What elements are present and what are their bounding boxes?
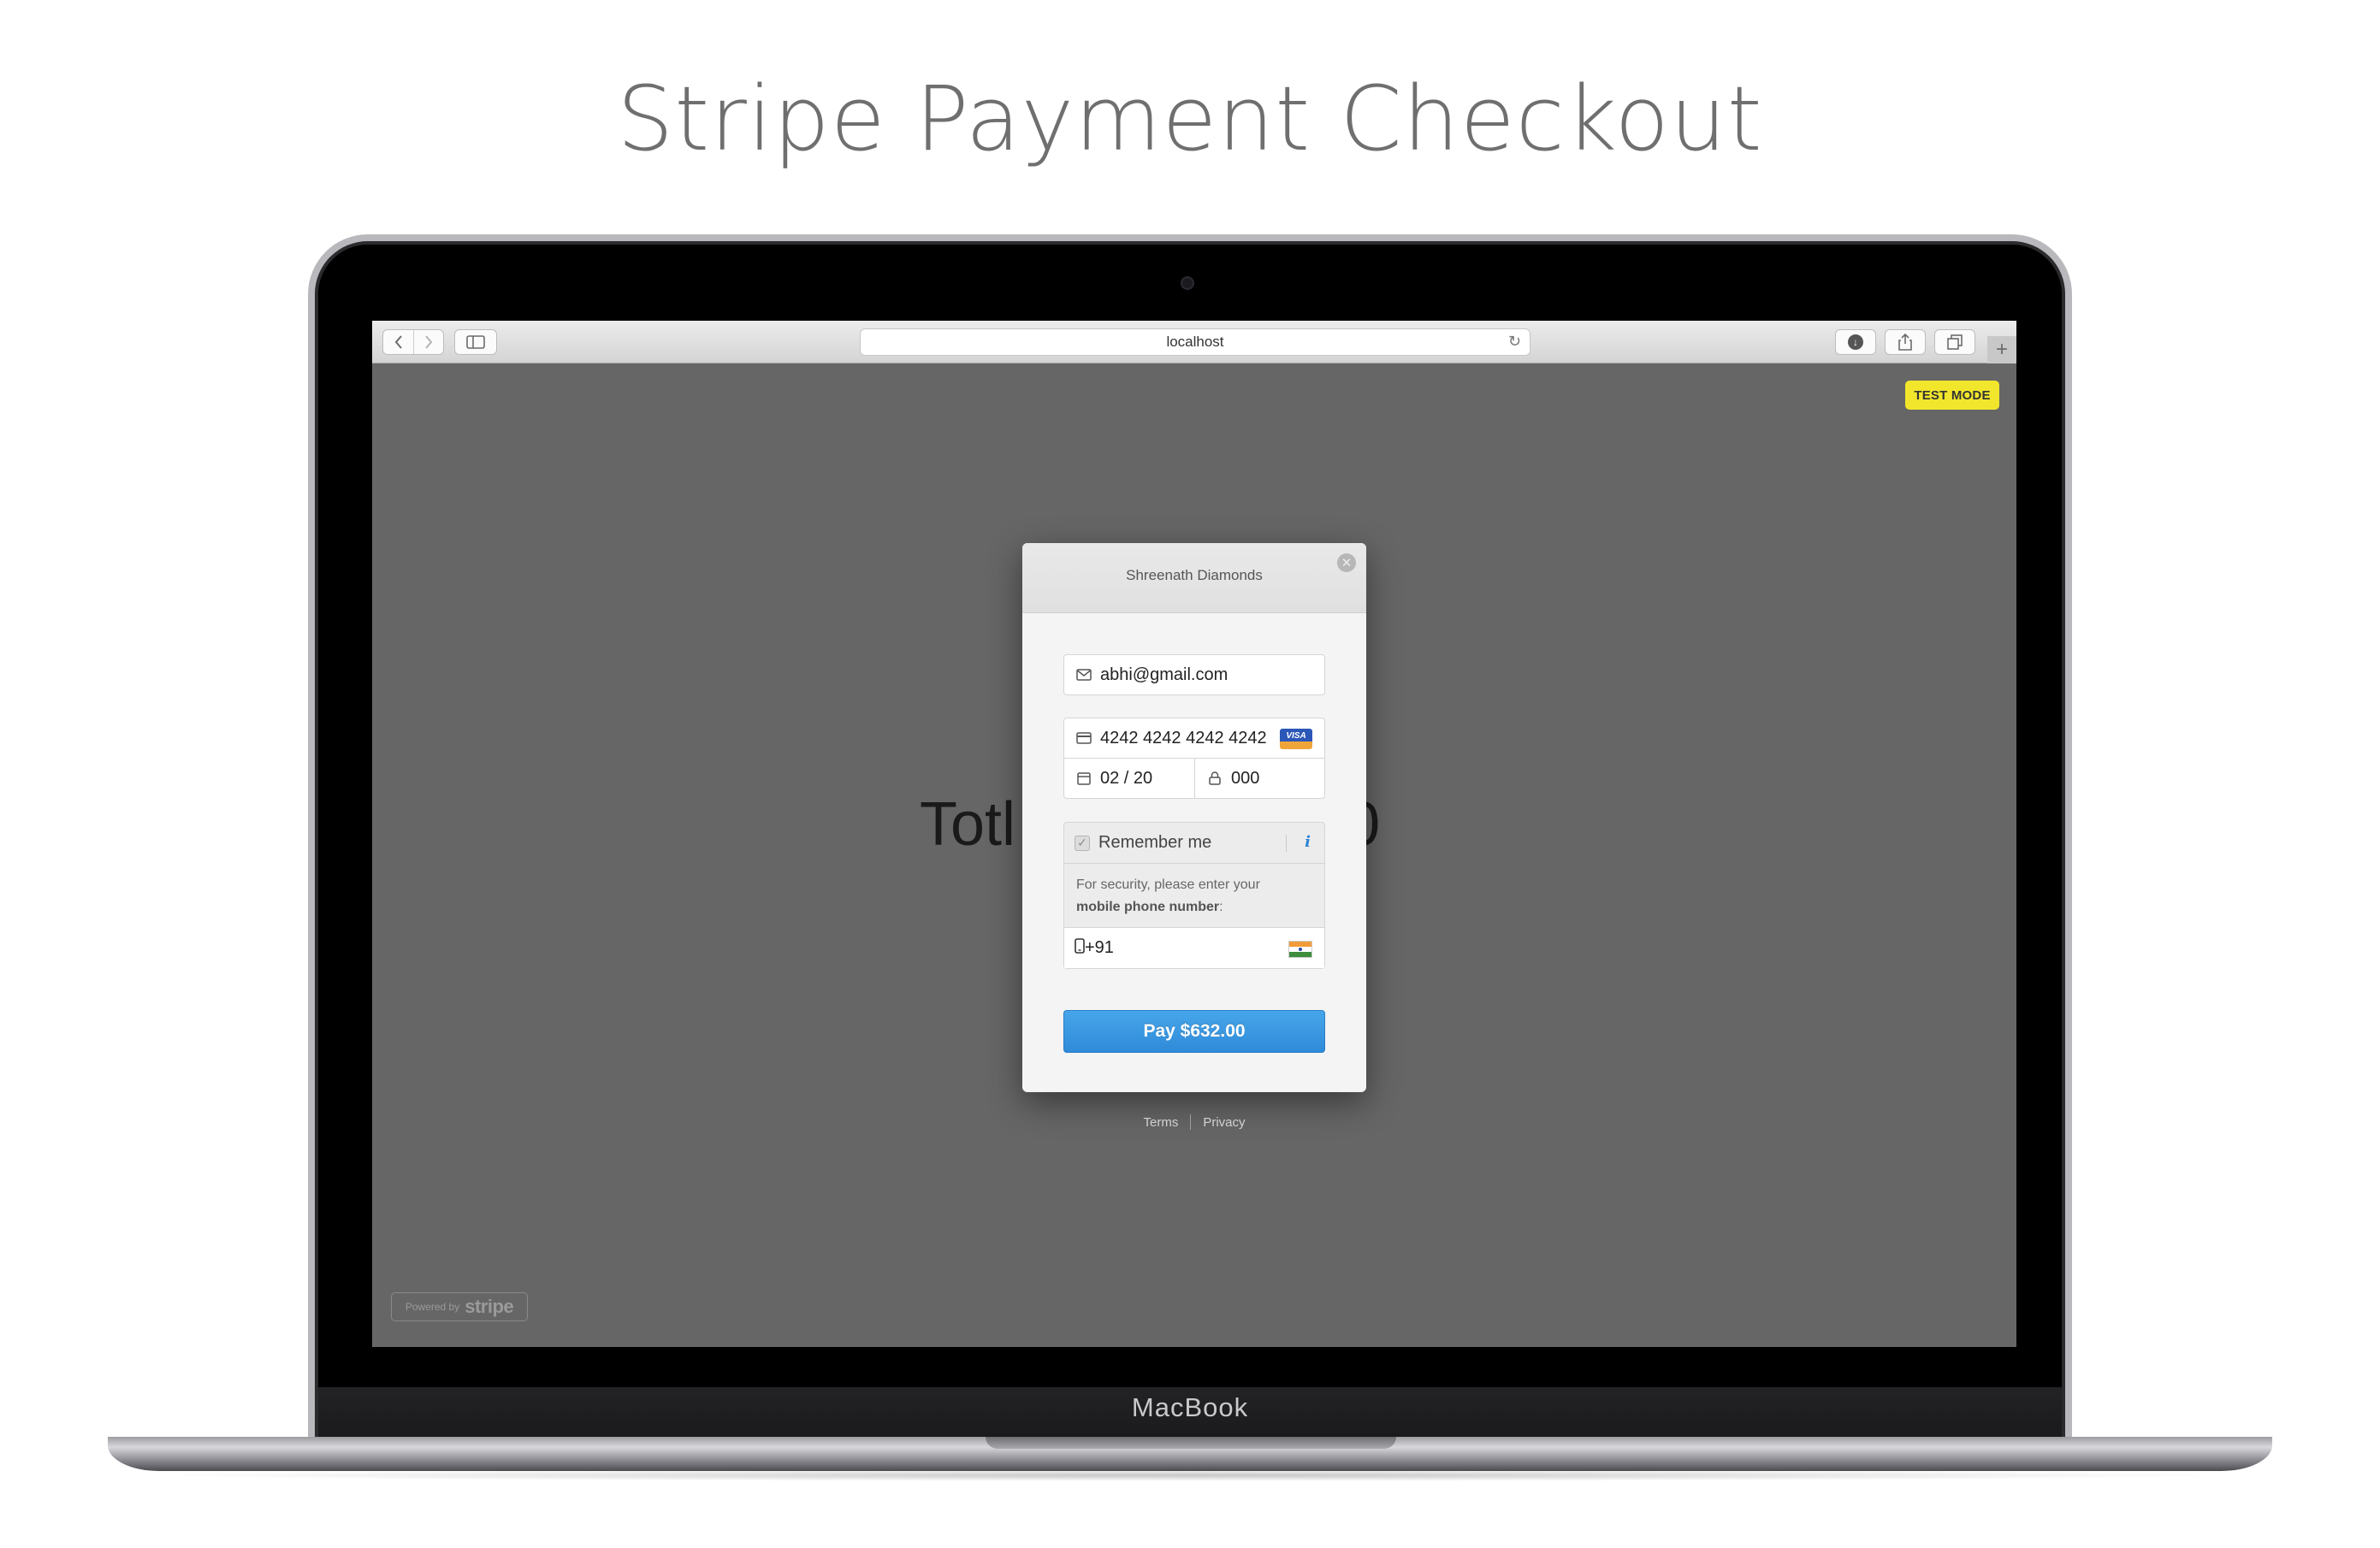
merchant-name: Shreenath Diamonds [1126,567,1263,583]
forward-button[interactable] [413,330,443,354]
back-button[interactable] [383,330,413,354]
lock-icon [1205,771,1224,785]
page-title: Stripe Payment Checkout [617,67,1763,171]
remember-me-label: Remember me [1098,833,1212,852]
legal-divider [1190,1114,1192,1130]
base-shadow [137,1469,2243,1481]
security-note: For security, please enter your mobile p… [1076,874,1316,919]
legal-links: Terms Privacy [1022,1114,1366,1130]
envelope-icon [1075,669,1093,681]
browser-toolbar: localhost ↻ ↓ + [372,321,2016,363]
terms-link[interactable]: Terms [1143,1115,1178,1130]
chevron-right-icon [425,335,433,349]
info-icon[interactable]: i [1305,833,1311,851]
checkout-modal: Shreenath Diamonds ✕ abhi@gmail.com 4242… [1022,543,1366,1092]
calendar-icon [1075,771,1093,785]
background-total-left: Totl [920,790,1016,859]
cvc-value: 000 [1231,768,1260,788]
tabs-button[interactable] [1934,329,1975,355]
visa-card-icon: VISA [1280,729,1312,749]
sidebar-button[interactable] [454,329,497,355]
remember-me-section: ✓ Remember me i For security, please ent… [1063,822,1325,969]
address-bar[interactable]: localhost ↻ [860,328,1530,356]
info-divider [1286,835,1287,852]
remember-me-checkbox[interactable]: ✓ [1075,835,1090,851]
downloads-button[interactable]: ↓ [1835,329,1876,355]
email-field[interactable]: abhi@gmail.com [1063,654,1325,695]
tabs-overview-icon [1947,334,1963,350]
india-flag-icon[interactable] [1288,941,1312,958]
remember-me-row[interactable]: ✓ Remember me i [1064,823,1324,864]
security-note-bold: mobile phone number [1076,900,1220,914]
phone-value: +91 [1085,938,1114,957]
credit-card-icon [1075,732,1093,744]
powered-by-prefix: Powered by [405,1301,460,1313]
laptop-notch [986,1437,1396,1449]
download-icon: ↓ [1848,334,1863,350]
card-number-value: 4242 4242 4242 4242 [1100,728,1267,747]
mobile-phone-icon [1075,937,1085,959]
address-text: localhost [1166,334,1224,350]
modal-header: Shreenath Diamonds ✕ [1022,543,1366,613]
cvc-field[interactable]: 000 [1194,758,1325,799]
reload-icon[interactable]: ↻ [1508,333,1521,351]
stripe-logo-text: stripe [465,1296,514,1317]
powered-by-stripe-badge[interactable]: Powered by stripe [391,1292,528,1321]
new-tab-button[interactable]: + [1987,336,2016,363]
pay-button[interactable]: Pay $632.00 [1063,1010,1325,1053]
card-number-field[interactable]: 4242 4242 4242 4242 VISA [1063,718,1325,759]
phone-field[interactable]: +91 [1064,927,1324,968]
close-icon[interactable]: ✕ [1337,553,1356,572]
macbook-label: MacBook [1131,1392,1249,1422]
plus-icon: + [1995,338,2008,361]
nav-buttons [382,329,444,355]
browser-screen: localhost ↻ ↓ + TEST MODE Totl200 Powere… [372,321,2016,1347]
share-icon [1898,334,1912,351]
share-button[interactable] [1885,329,1926,355]
email-value: abhi@gmail.com [1100,665,1228,684]
expiry-value: 02 / 20 [1100,768,1153,788]
chevron-left-icon [394,335,402,349]
camera-dot [1181,276,1194,290]
privacy-link[interactable]: Privacy [1203,1115,1245,1130]
test-mode-badge: TEST MODE [1905,381,1999,410]
expiry-field[interactable]: 02 / 20 [1063,758,1195,799]
security-note-prefix: For security, please enter your [1076,877,1260,892]
sidebar-icon [466,335,485,349]
security-note-suffix: : [1219,900,1223,914]
